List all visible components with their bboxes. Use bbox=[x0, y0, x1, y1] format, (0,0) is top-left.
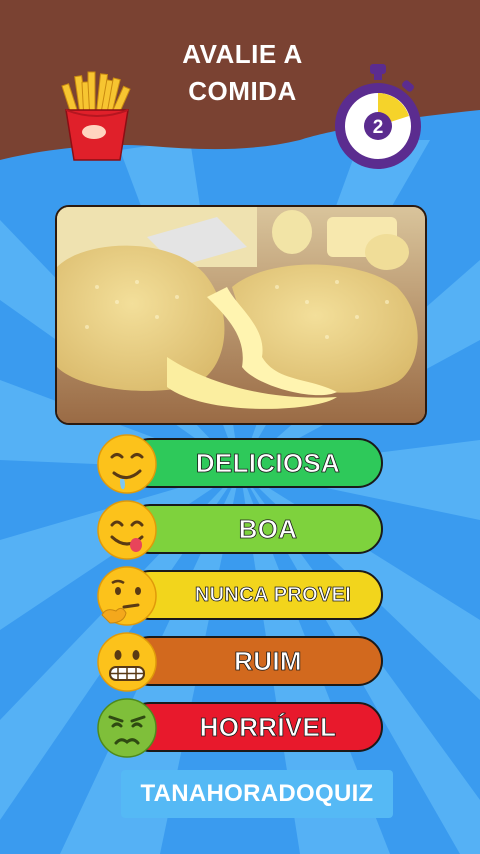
title-line-2: COMIDA bbox=[188, 76, 297, 106]
option-deliciosa-button[interactable]: DELICIOSA bbox=[125, 438, 383, 488]
grimacing-face-icon bbox=[97, 632, 157, 692]
page-title: AVALIE A COMIDA bbox=[140, 36, 345, 110]
yummy-face-icon bbox=[97, 500, 157, 560]
option-horrivel-button[interactable]: HORRÍVEL bbox=[125, 702, 383, 752]
title-line-1: AVALIE A bbox=[182, 39, 303, 69]
option-ruim-button[interactable]: RUIM bbox=[125, 636, 383, 686]
option-label: RUIM bbox=[234, 645, 302, 676]
timer-value: 2 bbox=[373, 117, 384, 138]
food-photo bbox=[55, 205, 427, 425]
stopwatch-icon: 2 bbox=[335, 64, 421, 169]
nauseated-face-icon bbox=[97, 698, 157, 758]
drooling-face-icon bbox=[97, 434, 157, 494]
pastel-with-cheese-photo bbox=[57, 207, 425, 423]
brand-text: TANAHORADOQUIZ bbox=[140, 780, 374, 807]
option-label: NUNCA PROVEI bbox=[194, 583, 352, 606]
option-boa-button[interactable]: BOA bbox=[125, 504, 383, 554]
option-label: HORRÍVEL bbox=[199, 711, 337, 742]
option-label: DELICIOSA bbox=[195, 447, 341, 478]
french-fries-icon bbox=[61, 71, 131, 161]
option-nunca-provei-button[interactable]: NUNCA PROVEI bbox=[125, 570, 383, 620]
brand-banner: TANAHORADOQUIZ bbox=[121, 770, 393, 818]
option-label: BOA bbox=[238, 513, 298, 544]
thinking-face-icon bbox=[97, 566, 157, 626]
